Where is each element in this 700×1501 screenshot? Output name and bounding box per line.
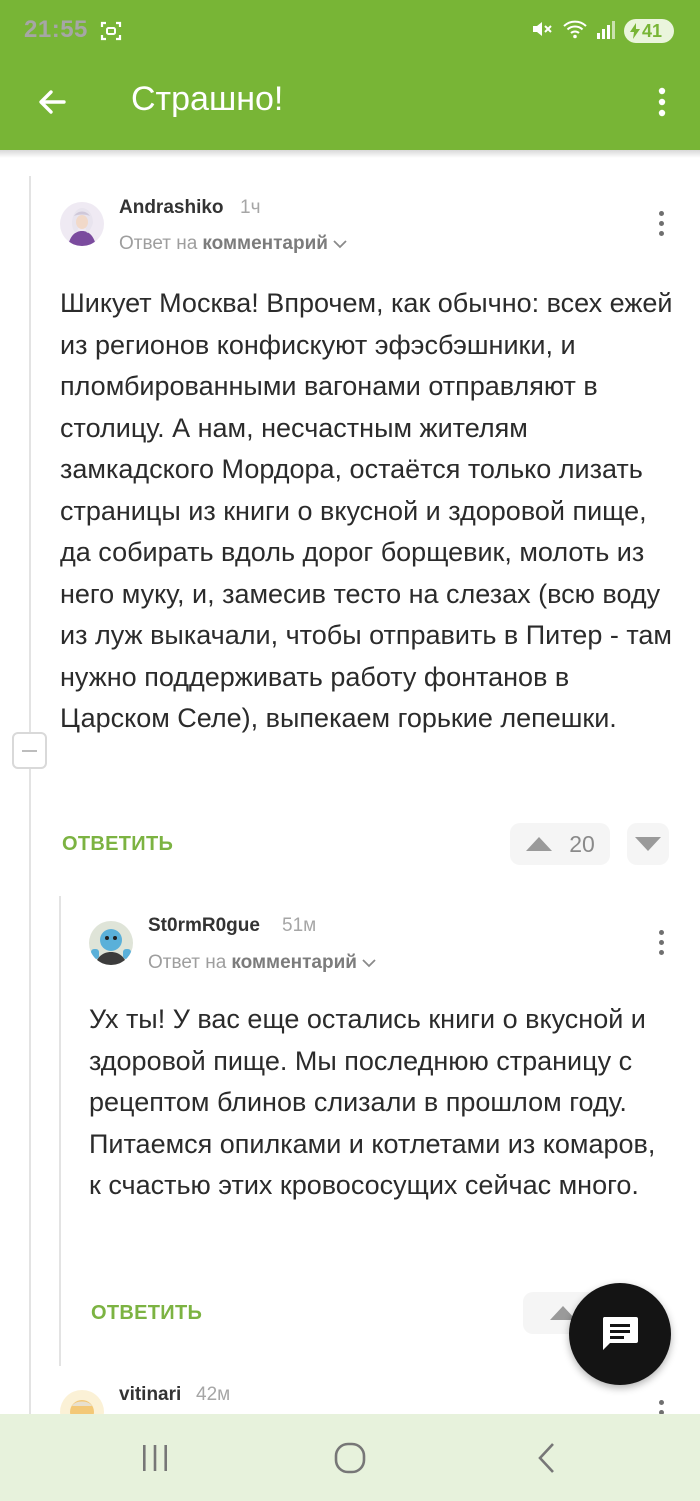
avatar[interactable] [89, 921, 133, 965]
downvote-button[interactable] [627, 823, 669, 865]
screenshot-icon [100, 20, 122, 42]
comment-author[interactable]: Andrashiko [119, 197, 224, 219]
minus-icon [22, 749, 37, 752]
back-nav-button[interactable] [527, 1438, 567, 1478]
comment-more-button[interactable] [649, 203, 673, 243]
chevron-down-icon [333, 240, 347, 249]
reply-to-prefix: Ответ на [148, 952, 227, 973]
comment-author[interactable]: St0rmR0gue [148, 915, 260, 937]
home-button[interactable] [330, 1438, 370, 1478]
collapse-thread-button[interactable] [12, 732, 47, 769]
recents-icon [143, 1445, 167, 1471]
arrow-down-icon [635, 837, 661, 851]
status-icons: 41 [530, 17, 674, 45]
wifi-icon [562, 18, 588, 45]
status-bar: 21:55 41 [0, 0, 700, 60]
reply-button[interactable]: ОТВЕТИТЬ [62, 833, 173, 856]
mute-icon [530, 17, 554, 46]
signal-icon [596, 18, 616, 45]
comment-icon [602, 1317, 638, 1350]
comment-time: 1ч [240, 197, 261, 218]
recents-button[interactable] [135, 1438, 175, 1478]
reply-to-link[interactable]: Ответ на комментарий [148, 952, 376, 974]
chevron-left-icon [538, 1443, 554, 1473]
more-vertical-icon [658, 87, 666, 117]
app-bar-shadow [0, 150, 700, 158]
reply-to-prefix: Ответ на [119, 233, 198, 254]
reply-button[interactable]: ОТВЕТИТЬ [91, 1302, 202, 1325]
status-time: 21:55 [24, 16, 88, 43]
system-nav-bar [0, 1414, 700, 1501]
comment-time: 51м [282, 915, 317, 936]
top-bar: 21:55 41 Страшно! [0, 0, 700, 150]
comment-more-button[interactable] [649, 922, 673, 962]
upvote-button[interactable]: 20 [510, 823, 610, 865]
arrow-up-icon [526, 837, 553, 851]
app-bar: Страшно! [0, 60, 700, 150]
reply-to-link[interactable]: Ответ на комментарий [119, 233, 347, 255]
reply-to-target: комментарий [231, 952, 357, 973]
avatar[interactable] [60, 202, 104, 246]
thread-line [29, 176, 31, 1416]
page-title: Страшно! [131, 80, 284, 118]
battery-level: 41 [642, 20, 663, 41]
comment-time: 42м [196, 1384, 231, 1405]
battery-charging-icon: 41 [624, 19, 674, 43]
back-button[interactable] [28, 78, 76, 126]
comment-text: Шикует Москва! Впрочем, как обычно: всех… [60, 288, 673, 733]
home-icon [334, 1442, 366, 1474]
rating-value: 20 [569, 830, 595, 857]
reply-to-target: комментарий [202, 233, 328, 254]
thread-line-nested [59, 896, 61, 1366]
comment-author[interactable]: vitinari [119, 1384, 181, 1406]
comment-text: Ух ты! У вас еще остались книги о вкусно… [89, 1004, 656, 1200]
write-comment-fab[interactable] [569, 1283, 671, 1385]
chevron-down-icon [362, 959, 376, 968]
more-options-button[interactable] [646, 78, 678, 126]
arrow-left-icon [39, 90, 66, 114]
